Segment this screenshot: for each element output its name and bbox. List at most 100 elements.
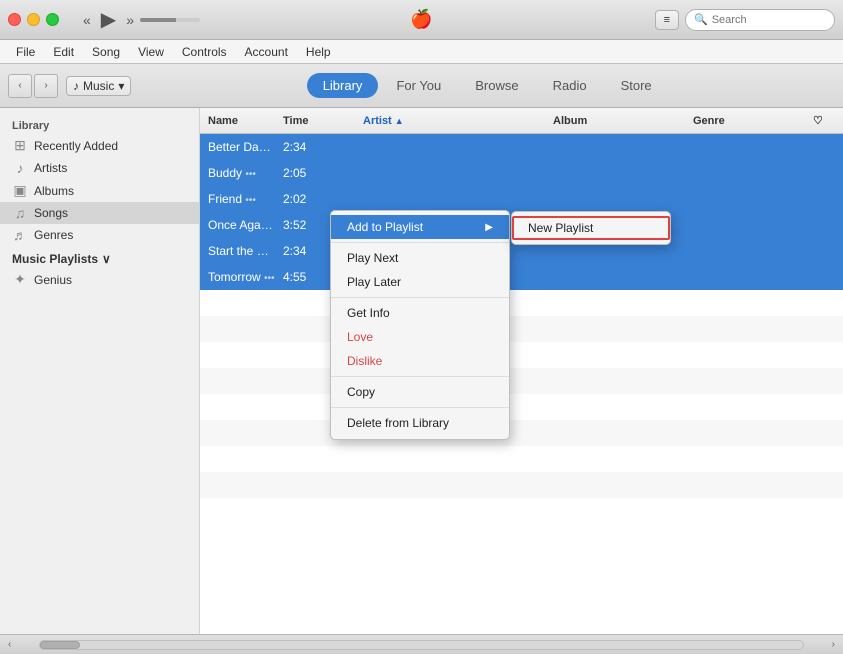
back-button[interactable]: ‹	[8, 74, 32, 98]
scroll-thumb[interactable]	[40, 641, 80, 649]
title-bar-right: ≡ 🔍	[655, 9, 835, 31]
songs-label: Songs	[34, 206, 68, 220]
col-time: Time	[279, 115, 359, 127]
table-row[interactable]: Friend ••• 2:02	[200, 186, 843, 212]
ctx-separator-2	[331, 297, 509, 298]
dropdown-arrow-icon: ▾	[118, 79, 124, 93]
play-button[interactable]: ▶	[101, 7, 116, 32]
sidebar-item-genius[interactable]: ✦ Genius	[0, 268, 199, 291]
table-row	[200, 420, 843, 446]
row-time: 2:05	[279, 166, 359, 180]
scroll-left-button[interactable]: ‹	[8, 639, 11, 650]
menu-song[interactable]: Song	[84, 43, 128, 61]
status-bar: ‹ ›	[0, 634, 843, 654]
playlists-group[interactable]: Music Playlists ∨	[0, 246, 199, 268]
traffic-lights: « ▶ »	[8, 7, 200, 32]
row-time: 2:34	[279, 140, 359, 154]
artists-label: Artists	[34, 161, 67, 175]
artists-icon: ♪	[12, 160, 28, 176]
table-header: Name Time Artist ▲ Album Genre ♡	[200, 108, 843, 134]
row-name: Start the Day •••	[204, 244, 279, 258]
ctx-play-later[interactable]: Play Later	[331, 270, 509, 294]
transport-controls: « ▶ »	[83, 7, 134, 32]
menu-controls[interactable]: Controls	[174, 43, 235, 61]
tab-library[interactable]: Library	[307, 73, 379, 98]
row-name: Buddy •••	[204, 166, 279, 180]
albums-icon: ▣	[12, 182, 28, 199]
playlists-label: Music Playlists	[12, 252, 98, 266]
apple-icon: 🍎	[410, 9, 432, 29]
ctx-delete[interactable]: Delete from Library	[331, 411, 509, 435]
app-logo: 🍎	[410, 9, 432, 30]
ctx-copy[interactable]: Copy	[331, 380, 509, 404]
rewind-button[interactable]: «	[83, 12, 91, 28]
ctx-dislike[interactable]: Dislike	[331, 349, 509, 373]
ctx-add-to-playlist[interactable]: Add to Playlist ▶	[331, 215, 509, 239]
genius-label: Genius	[34, 273, 72, 287]
recently-added-label: Recently Added	[34, 139, 118, 153]
sidebar-item-albums[interactable]: ▣ Albums	[0, 179, 199, 202]
table-row[interactable]: Tomorrow ••• 4:55	[200, 264, 843, 290]
submenu-arrow-icon: ▶	[485, 222, 493, 233]
ctx-separator-4	[331, 407, 509, 408]
ctx-get-info[interactable]: Get Info	[331, 301, 509, 325]
tab-browse[interactable]: Browse	[459, 73, 534, 98]
tab-store[interactable]: Store	[605, 73, 668, 98]
play-later-label: Play Later	[347, 275, 401, 289]
minimize-button[interactable]	[27, 13, 40, 26]
table-row	[200, 316, 843, 342]
sidebar: Library ⊞ Recently Added ♪ Artists ▣ Alb…	[0, 108, 200, 634]
menu-bar: File Edit Song View Controls Account Hel…	[0, 40, 843, 64]
sidebar-item-genres[interactable]: ♬ Genres	[0, 224, 199, 246]
menu-edit[interactable]: Edit	[45, 43, 82, 61]
nav-tabs: Library For You Browse Radio Store	[139, 73, 835, 98]
table-body: Better Days ••• 2:34 Buddy ••• 2:05 Frie…	[200, 134, 843, 634]
table-row	[200, 342, 843, 368]
scroll-right-button[interactable]: ›	[832, 639, 835, 650]
table-row	[200, 368, 843, 394]
table-row	[200, 472, 843, 498]
tab-for-you[interactable]: For You	[380, 73, 457, 98]
fastforward-button[interactable]: »	[126, 12, 134, 28]
maximize-button[interactable]	[46, 13, 59, 26]
table-row	[200, 446, 843, 472]
library-section-label: Library	[0, 116, 199, 134]
genres-label: Genres	[34, 228, 73, 242]
source-dropdown[interactable]: ♪ Music ▾	[66, 76, 131, 96]
forward-button[interactable]: ›	[34, 74, 58, 98]
search-input[interactable]	[712, 14, 822, 26]
table-row[interactable]: Buddy ••• 2:05	[200, 160, 843, 186]
add-to-playlist-label: Add to Playlist	[347, 220, 423, 234]
table-row	[200, 498, 843, 524]
genius-icon: ✦	[12, 271, 28, 288]
nav-bar: ‹ › ♪ Music ▾ Library For You Browse Rad…	[0, 64, 843, 108]
ctx-love[interactable]: Love	[331, 325, 509, 349]
close-button[interactable]	[8, 13, 21, 26]
volume-slider[interactable]	[140, 18, 200, 22]
source-label: Music	[83, 79, 114, 93]
menu-view[interactable]: View	[130, 43, 172, 61]
row-name: Once Again •••	[204, 218, 279, 232]
context-menu: Add to Playlist ▶ Play Next Play Later G…	[330, 210, 510, 440]
ctx-separator-3	[331, 376, 509, 377]
list-view-button[interactable]: ≡	[655, 10, 679, 30]
menu-file[interactable]: File	[8, 43, 43, 61]
tab-radio[interactable]: Radio	[537, 73, 603, 98]
table-row[interactable]: Better Days ••• 2:34	[200, 134, 843, 160]
col-artist[interactable]: Artist ▲	[359, 115, 519, 127]
menu-account[interactable]: Account	[237, 43, 296, 61]
copy-label: Copy	[347, 385, 375, 399]
sidebar-item-recently-added[interactable]: ⊞ Recently Added	[0, 134, 199, 157]
search-icon: 🔍	[694, 13, 708, 26]
ctx-play-next[interactable]: Play Next	[331, 246, 509, 270]
submenu-new-playlist[interactable]: New Playlist	[512, 216, 670, 240]
sidebar-item-songs[interactable]: ♫ Songs	[0, 202, 199, 224]
music-note-icon: ♪	[73, 79, 79, 93]
row-time: 2:02	[279, 192, 359, 206]
search-box[interactable]: 🔍	[685, 9, 835, 31]
sidebar-item-artists[interactable]: ♪ Artists	[0, 157, 199, 179]
playlists-arrow-icon: ∨	[102, 252, 111, 266]
menu-help[interactable]: Help	[298, 43, 339, 61]
table-row	[200, 394, 843, 420]
horizontal-scrollbar[interactable]	[39, 640, 803, 650]
